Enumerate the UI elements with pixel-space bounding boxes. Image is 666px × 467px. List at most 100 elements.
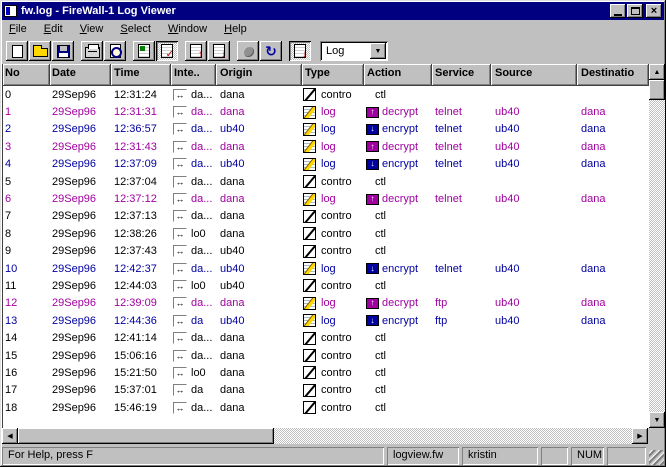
menu-view[interactable]: View	[76, 21, 108, 37]
log-row[interactable]: 1229Sep9612:39:09↔da...danalog↑decryptft…	[3, 295, 649, 312]
cell-action: ctl	[364, 243, 432, 260]
save-button[interactable]	[52, 41, 74, 61]
log-row[interactable]: 1329Sep9612:44:36↔daub40log↓encryptftpub…	[3, 312, 649, 329]
scroll-left-button[interactable]: ◀	[2, 428, 18, 444]
log-row[interactable]: 1529Sep9615:06:16↔da...danacontroctl	[3, 347, 649, 364]
new-button[interactable]	[6, 41, 28, 61]
cell-time: 12:39:09	[111, 295, 171, 312]
cell-service: telnet	[432, 138, 491, 155]
log-view-button[interactable]	[133, 41, 155, 61]
column-header-interface[interactable]: Inte..	[171, 64, 216, 86]
cell-no: 11	[3, 277, 50, 294]
column-header-date[interactable]: Date	[50, 64, 111, 86]
cell-dest: dana	[577, 260, 649, 277]
log-row[interactable]: 129Sep9612:31:31↔da...danalog↑decrypttel…	[3, 103, 649, 120]
log-select-icon: ✓	[161, 44, 173, 58]
vertical-scroll-track[interactable]	[649, 100, 665, 412]
log-row[interactable]: 929Sep9612:37:43↔da...ub40controctl	[3, 243, 649, 260]
scroll-right-button[interactable]: ▶	[632, 428, 648, 444]
cell-origin: ub40	[216, 277, 302, 294]
app-icon[interactable]	[4, 5, 17, 17]
cell-source	[491, 243, 577, 260]
vertical-scrollbar[interactable]: ▲ ▼	[649, 64, 665, 428]
cell-time: 12:37:43	[111, 243, 171, 260]
cell-service	[432, 208, 491, 225]
open-button[interactable]	[29, 41, 51, 61]
log-row[interactable]: 729Sep9612:37:13↔da...danacontroctl	[3, 208, 649, 225]
minimize-button[interactable]	[610, 4, 626, 18]
new-file-icon	[12, 45, 23, 58]
menu-help[interactable]: Help	[220, 21, 251, 37]
log-bottom-button[interactable]: ↓	[208, 41, 230, 61]
maximize-button[interactable]	[627, 4, 643, 18]
cell-dest: dana	[577, 156, 649, 173]
cell-type: log	[302, 295, 364, 312]
log-row[interactable]: 229Sep9612:36:57↔da...ub40log↓encrypttel…	[3, 121, 649, 138]
log-row[interactable]: 1429Sep9612:41:14↔da...danacontroctl	[3, 329, 649, 346]
column-header-source[interactable]: Source	[491, 64, 577, 86]
control-type-icon	[303, 210, 316, 223]
log-row[interactable]: 029Sep9612:31:24↔da...danacontroctl	[3, 86, 649, 103]
log-row[interactable]: 1729Sep9615:37:01↔dadanacontroctl	[3, 382, 649, 399]
cell-source: ub40	[491, 312, 577, 329]
log-row[interactable]: 1129Sep9612:44:03↔lo0ub40controctl	[3, 277, 649, 294]
cell-date: 29Sep96	[50, 103, 111, 120]
interface-icon: ↔	[173, 297, 187, 309]
cell-action: ↑decrypt	[364, 103, 432, 120]
menu-select[interactable]: Select	[116, 21, 155, 37]
menu-window[interactable]: Window	[164, 21, 211, 37]
column-header-destination[interactable]: Destinatio	[577, 64, 649, 86]
stop-button[interactable]	[237, 41, 259, 61]
log-top-button[interactable]: ↑	[185, 41, 207, 61]
menu-file[interactable]: File	[5, 21, 31, 37]
log-row[interactable]: 1029Sep9612:42:37↔da...ub40log↓encryptte…	[3, 260, 649, 277]
save-floppy-icon	[57, 45, 70, 58]
cell-iface: ↔da...	[171, 399, 216, 416]
menu-edit[interactable]: Edit	[40, 21, 67, 37]
print-preview-button[interactable]	[104, 41, 126, 61]
print-button[interactable]	[81, 41, 103, 61]
horizontal-scroll-track[interactable]	[274, 428, 632, 444]
log-row[interactable]: 329Sep9612:31:43↔da...danalog↑decrypttel…	[3, 138, 649, 155]
cell-action: ctl	[364, 208, 432, 225]
cell-date: 29Sep96	[50, 121, 111, 138]
cell-dest	[577, 173, 649, 190]
resize-grip[interactable]	[649, 450, 664, 465]
cell-time: 12:38:26	[111, 225, 171, 242]
active-log-button[interactable]: ↓	[289, 41, 311, 61]
log-mode-dropdown[interactable]: Log ▼	[320, 41, 388, 61]
column-header-action[interactable]: Action	[364, 64, 432, 86]
column-header-time[interactable]: Time	[111, 64, 171, 86]
cell-type: log	[302, 103, 364, 120]
log-select-button[interactable]: ✓	[156, 41, 178, 61]
chevron-down-icon[interactable]: ▼	[370, 43, 386, 59]
log-row[interactable]: 529Sep9612:37:04↔da...danacontroctl	[3, 173, 649, 190]
column-header-type[interactable]: Type	[302, 64, 364, 86]
horizontal-scroll-thumb[interactable]	[18, 428, 274, 444]
column-header-no[interactable]: No	[3, 64, 50, 86]
column-header-origin[interactable]: Origin	[216, 64, 302, 86]
cell-action: ctl	[364, 277, 432, 294]
interface-icon: ↔	[173, 263, 187, 275]
log-row[interactable]: 629Sep9612:37:12↔da...danalog↑decrypttel…	[3, 190, 649, 207]
cell-no: 10	[3, 260, 50, 277]
scroll-down-button[interactable]: ▼	[649, 412, 665, 428]
cell-no: 8	[3, 225, 50, 242]
log-row[interactable]: 1629Sep9615:21:50↔lo0danacontroctl	[3, 364, 649, 381]
cell-source	[491, 364, 577, 381]
vertical-scroll-thumb[interactable]	[649, 80, 665, 100]
log-row[interactable]: 829Sep9612:38:26↔lo0danacontroctl	[3, 225, 649, 242]
log-row[interactable]: 429Sep9612:37:09↔da...ub40log↓encrypttel…	[3, 156, 649, 173]
reload-button[interactable]: ↻	[260, 41, 282, 61]
interface-icon: ↔	[173, 141, 187, 153]
log-row[interactable]: 1829Sep9615:46:19↔da...danacontroctl	[3, 399, 649, 416]
cell-iface: ↔da...	[171, 190, 216, 207]
scroll-up-button[interactable]: ▲	[649, 64, 665, 80]
scroll-left-icon: ◀	[7, 433, 12, 440]
cell-no: 13	[3, 312, 50, 329]
cell-no: 4	[3, 156, 50, 173]
column-header-service[interactable]: Service	[432, 64, 491, 86]
horizontal-scrollbar[interactable]: ◀ ▶	[2, 428, 664, 444]
control-type-icon	[303, 175, 316, 188]
close-button[interactable]: ×	[646, 4, 662, 18]
